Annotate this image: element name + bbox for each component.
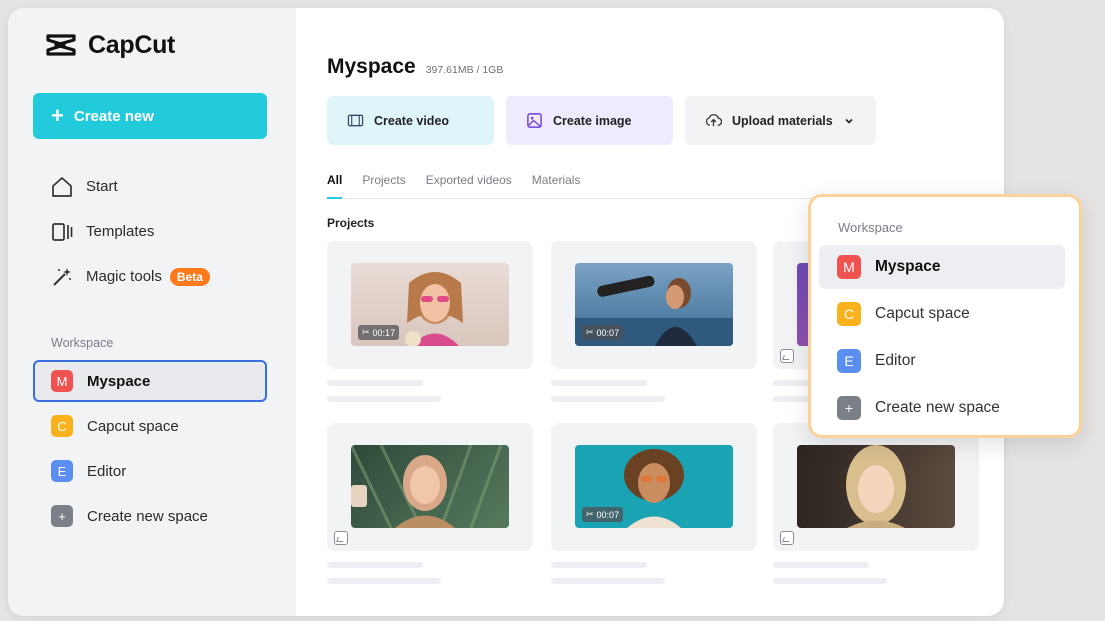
popup-item-label: Create new space <box>875 399 1000 416</box>
scissors-icon: ✂ <box>362 327 370 337</box>
title-row: Myspace 397.61MB / 1GB <box>327 55 503 79</box>
tab-all[interactable]: All <box>327 173 343 199</box>
scissors-icon: ✂ <box>586 327 594 337</box>
plus-icon: + <box>51 103 64 128</box>
sidebar-item-label: Magic tools <box>86 268 162 285</box>
logo[interactable]: CapCut <box>44 30 175 60</box>
placeholder-line <box>773 578 887 584</box>
duration-badge: ✂ 00:07 <box>582 507 624 522</box>
popup-workspace-myspace[interactable]: M Myspace <box>819 245 1065 289</box>
storage-usage: 397.61MB / 1GB <box>425 64 504 76</box>
plus-icon: + <box>837 396 861 420</box>
home-icon <box>52 176 72 197</box>
placeholder-line <box>551 578 665 584</box>
create-new-label: Create new <box>73 107 154 125</box>
workspace-popup-list: M Myspace C Capcut space E Editor + Crea… <box>819 245 1065 433</box>
plus-icon: + <box>51 505 73 527</box>
placeholder-line <box>551 562 647 568</box>
workspace-list: M Myspace C Capcut space E Editor + Crea… <box>33 360 267 540</box>
popup-item-label: Myspace <box>875 258 941 275</box>
workspace-badge: C <box>51 415 73 437</box>
popup-item-label: Capcut space <box>875 305 970 322</box>
workspace-label: Workspace <box>51 336 114 350</box>
tab-projects[interactable]: Projects <box>362 173 405 199</box>
workspace-item-editor[interactable]: E Editor <box>33 450 267 492</box>
app-name: CapCut <box>88 30 176 59</box>
workspace-item-label: Capcut space <box>87 417 179 435</box>
workspace-item-create-new-space[interactable]: + Create new space <box>33 495 267 537</box>
popup-workspace-editor[interactable]: E Editor <box>819 339 1065 383</box>
popup-workspace-capcut-space[interactable]: C Capcut space <box>819 292 1065 336</box>
capcut-logo-icon <box>46 34 76 56</box>
sidebar-nav: Start Templates Magic tools Beta <box>50 164 270 299</box>
placeholder-line <box>551 380 647 386</box>
project-card[interactable]: ✂ 00:07 <box>551 423 757 551</box>
popup-create-new-space[interactable]: + Create new space <box>819 386 1065 430</box>
workspace-badge: M <box>837 255 861 279</box>
sidebar-item-label: Templates <box>86 223 155 240</box>
project-thumbnail: ✂ 00:17 <box>351 263 509 346</box>
project-thumbnail: ✂ 00:07 <box>575 445 733 528</box>
section-title-projects: Projects <box>327 216 375 230</box>
sidebar-item-magic-tools[interactable]: Magic tools Beta <box>50 254 270 299</box>
create-image-button[interactable]: Create image <box>506 96 673 145</box>
image-type-icon <box>780 349 794 363</box>
project-card[interactable]: ✂ 00:17 <box>327 241 533 369</box>
cloud-upload-icon <box>705 114 722 127</box>
beta-badge: Beta <box>169 267 210 286</box>
upload-materials-button[interactable]: Upload materials <box>685 96 876 145</box>
placeholder-line <box>773 562 869 568</box>
workspace-item-label: Editor <box>87 462 127 480</box>
workspace-badge: E <box>837 349 861 373</box>
create-video-label: Create video <box>374 113 450 128</box>
page-title: Myspace <box>327 55 416 78</box>
templates-icon <box>52 222 73 241</box>
duration-badge: ✂ 00:17 <box>358 325 400 340</box>
workspace-badge: M <box>51 370 73 392</box>
workspace-item-label: Create new space <box>87 507 208 525</box>
sidebar: CapCut + Create new Start Templates Magi… <box>8 8 296 616</box>
workspace-badge: C <box>837 302 861 326</box>
tab-exported-videos[interactable]: Exported videos <box>426 173 512 199</box>
magic-wand-icon <box>53 267 71 286</box>
sidebar-item-label: Start <box>86 178 118 195</box>
tab-materials[interactable]: Materials <box>532 173 581 199</box>
placeholder-line <box>327 578 441 584</box>
project-card[interactable] <box>327 423 533 551</box>
workspace-switcher-popup: Workspace M Myspace C Capcut space E Edi… <box>808 194 1082 438</box>
workspace-popup-label: Workspace <box>838 220 903 235</box>
placeholder-line <box>327 396 441 402</box>
workspace-item-capcut-space[interactable]: C Capcut space <box>33 405 267 447</box>
workspace-item-label: Myspace <box>87 372 151 390</box>
project-thumbnail <box>797 445 955 528</box>
placeholder-line <box>327 380 423 386</box>
create-video-button[interactable]: Create video <box>327 96 494 145</box>
placeholder-line <box>551 396 665 402</box>
image-type-icon <box>780 531 794 545</box>
duration-badge: ✂ 00:07 <box>582 325 624 340</box>
sidebar-item-templates[interactable]: Templates <box>50 209 270 254</box>
workspace-badge: E <box>51 460 73 482</box>
placeholder-line <box>327 562 423 568</box>
create-new-button[interactable]: + Create new <box>33 93 267 139</box>
sidebar-item-start[interactable]: Start <box>50 164 270 209</box>
workspace-item-myspace[interactable]: M Myspace <box>33 360 267 402</box>
scissors-icon: ✂ <box>586 509 594 519</box>
action-bar: Create video Create image Upload materia… <box>327 96 876 145</box>
project-thumbnail <box>351 445 509 528</box>
project-card[interactable] <box>773 423 979 551</box>
project-thumbnail: ✂ 00:07 <box>575 263 733 346</box>
project-card[interactable]: ✂ 00:07 <box>551 241 757 369</box>
film-icon <box>347 114 364 127</box>
image-icon <box>527 113 542 128</box>
upload-materials-label: Upload materials <box>732 113 833 128</box>
create-image-label: Create image <box>553 113 632 128</box>
popup-item-label: Editor <box>875 352 916 369</box>
image-type-icon <box>334 531 348 545</box>
chevron-down-icon[interactable] <box>843 115 855 127</box>
